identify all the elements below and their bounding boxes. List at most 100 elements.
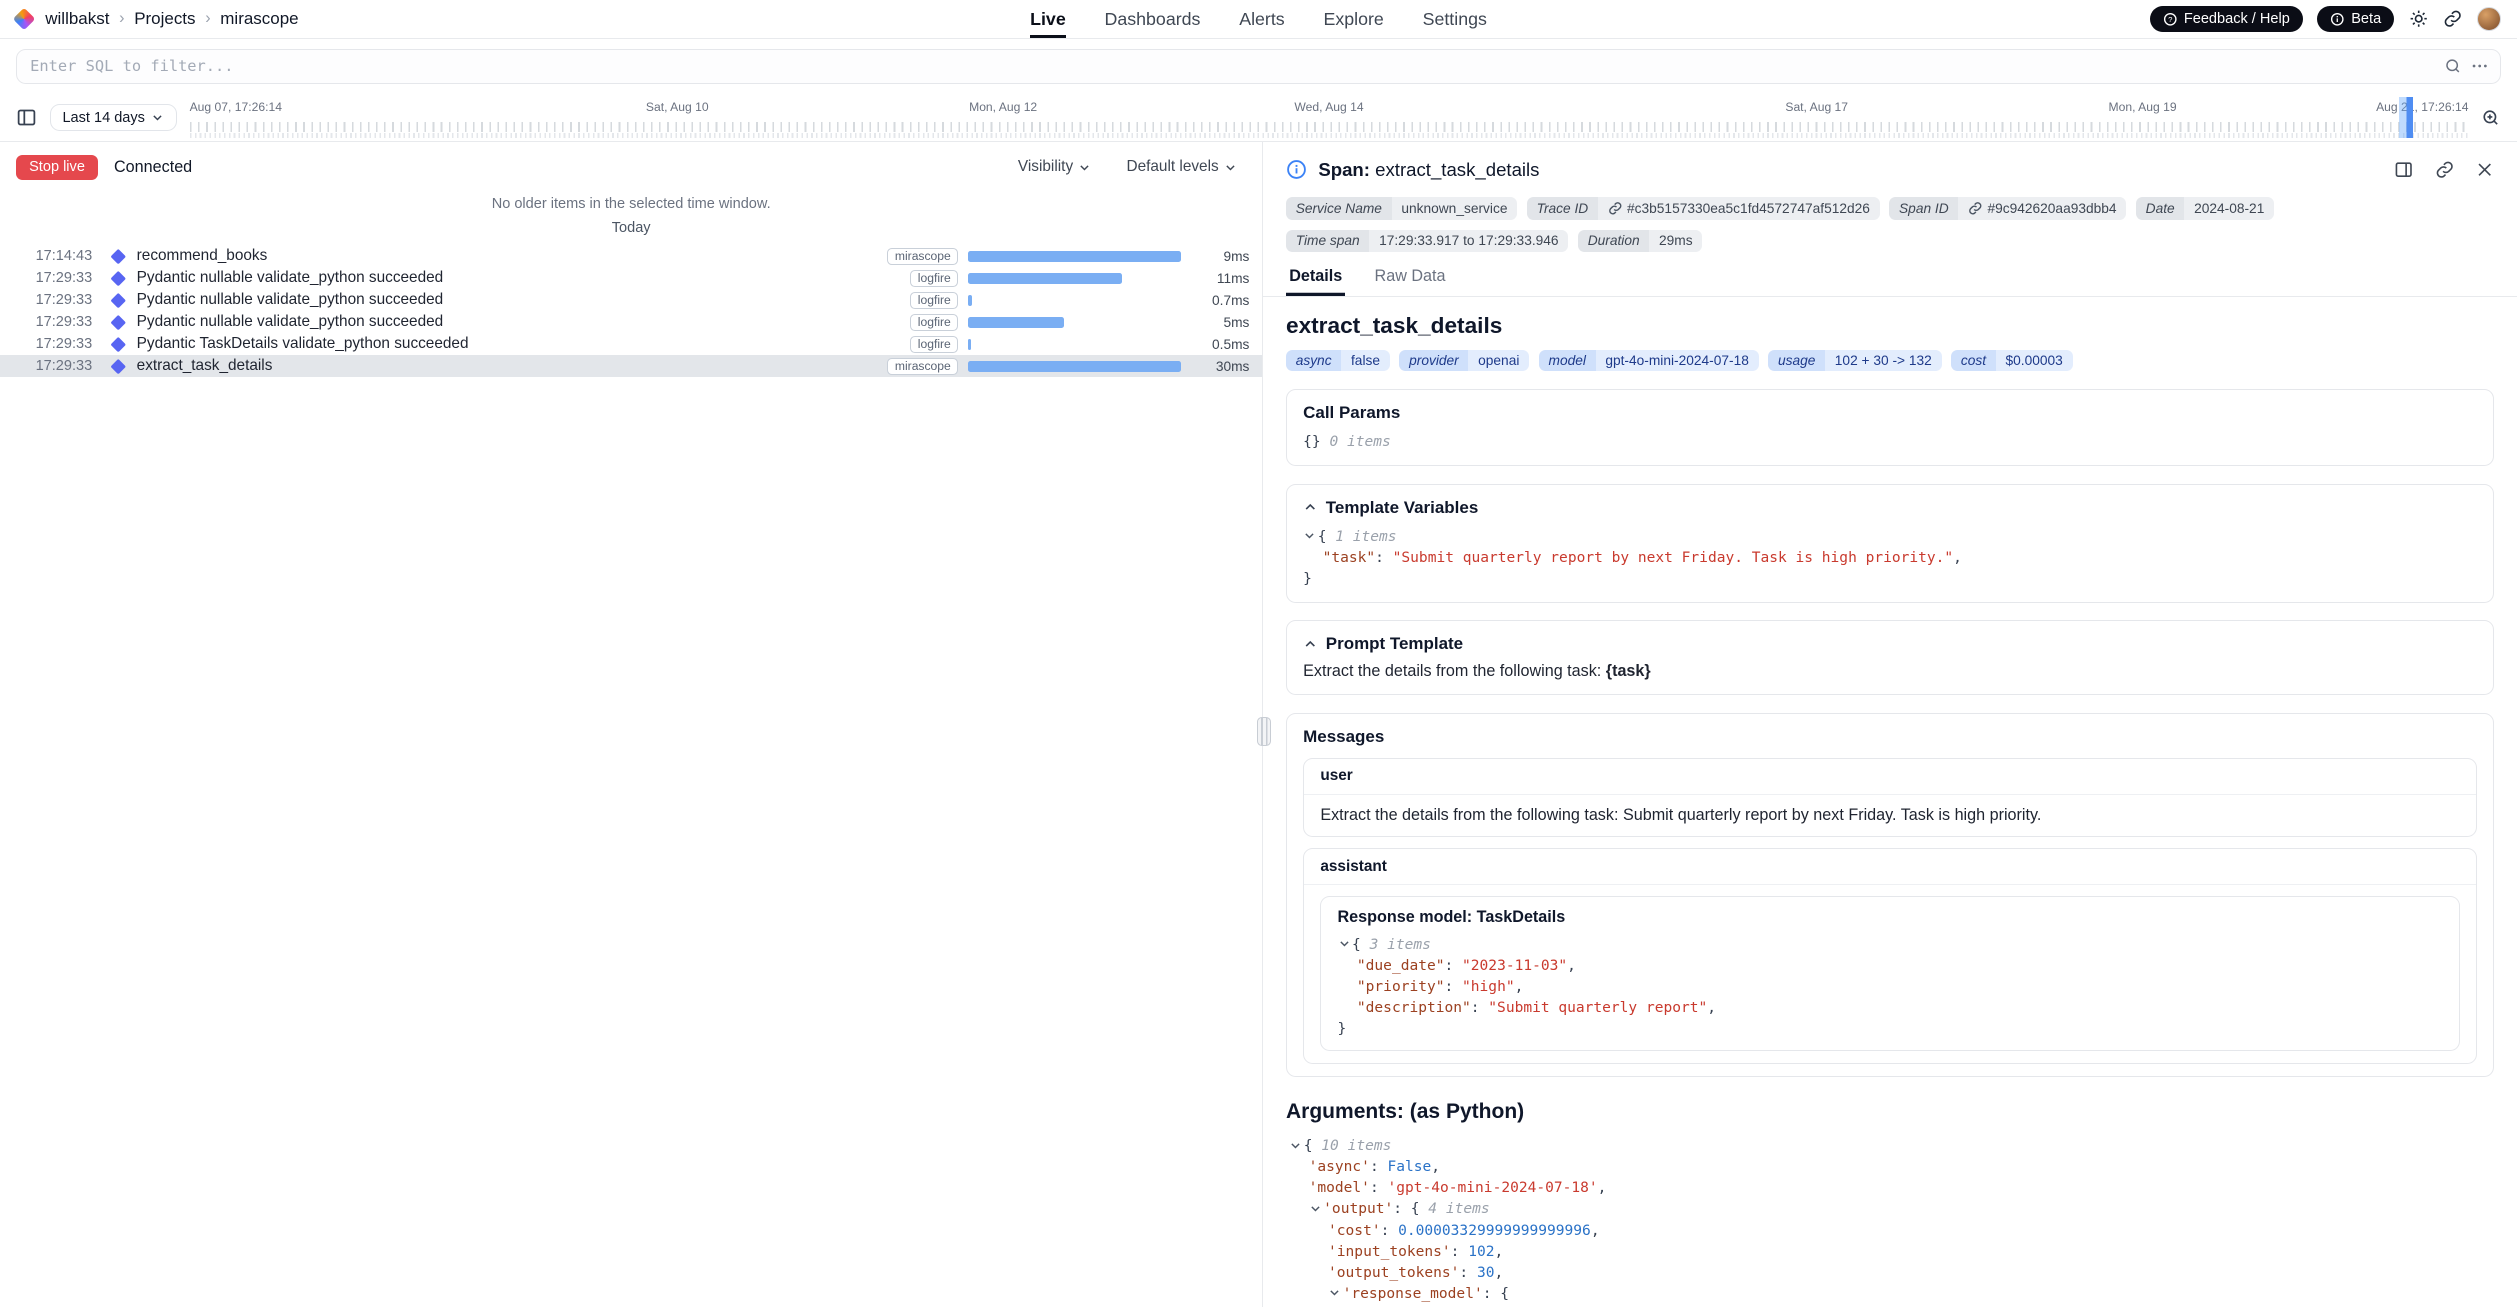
trace-row[interactable]: 17:29:33extract_task_detailsmirascope30m… [0,355,1262,377]
link-icon [1968,201,1983,216]
zoom-in-icon[interactable] [2481,108,2500,127]
user-message-card: user Extract the details from the follow… [1303,758,2477,837]
stop-live-button[interactable]: Stop live [16,155,98,179]
user-message-content: Extract the details from the following t… [1304,795,2476,837]
prompt-template-text: Extract the details from the following t… [1303,662,2477,681]
default-levels-dropdown[interactable]: Default levels [1117,157,1246,178]
span-title-value: extract_task_details [1375,159,1539,180]
panel-resize-handle[interactable] [1257,717,1272,746]
row-name: Pydantic nullable validate_python succee… [137,291,901,309]
link-icon [1608,201,1623,216]
arguments-title: Arguments: (as Python) [1286,1100,2494,1124]
live-controls: Stop live Connected Visibility Default l… [0,142,1262,187]
attr-chip-async: asyncfalse [1286,350,1390,371]
timeline-tick-label: Aug 21, 17:26:14 [2376,100,2468,114]
expand-panel-icon[interactable] [2394,160,2413,179]
visibility-dropdown[interactable]: Visibility [1008,157,1100,178]
collapse-caret-icon[interactable] [1309,1202,1322,1215]
beta-button[interactable]: Beta [2317,6,2394,32]
response-model-json: { 3 items"due_date": "2023-11-03","prior… [1338,934,2443,1039]
sidebar-toggle-icon[interactable] [16,107,37,128]
response-model-title: Response model: TaskDetails [1338,908,2443,927]
meta-chip-trace-id: Trace ID#c3b5157330ea5c1fd4572747af512d2… [1527,197,1880,220]
chevron-up-icon [1303,500,1318,515]
question-circle-icon: ? [2163,12,2178,27]
row-name: Pydantic nullable validate_python succee… [137,269,901,287]
prompt-template-body: Extract the details from the following t… [1303,662,1606,680]
assistant-message-content: Response model: TaskDetails { 3 items"du… [1304,885,2476,1063]
collapse-caret-icon[interactable] [1289,1139,1302,1152]
duration-bar [968,339,1182,350]
timeline-tick-label: Aug 07, 17:26:14 [190,100,282,114]
tab-raw-data[interactable]: Raw Data [1371,259,1448,296]
sql-filter-input[interactable] [16,49,2501,85]
collapse-caret-icon[interactable] [1338,937,1351,950]
close-icon[interactable] [2475,160,2494,179]
search-icon[interactable] [2444,57,2462,75]
row-time: 17:29:33 [36,358,101,374]
timeline-tick-label: Mon, Aug 19 [2109,100,2177,114]
time-range-dropdown[interactable]: Last 14 days [50,104,177,131]
timeline-tick-label: Wed, Aug 14 [1294,100,1363,114]
span-attr-chips: asyncfalse provideropenai modelgpt-4o-mini… [1286,350,2494,371]
prompt-template-title: Prompt Template [1326,634,1463,654]
live-trace-panel: Stop live Connected Visibility Default l… [0,142,1263,1307]
nav-alerts[interactable]: Alerts [1239,0,1284,38]
app-root: willbakst › Projects › mirascope Live Das… [0,0,2517,1307]
row-name: recommend_books [137,247,878,265]
attr-chip-provider: provideropenai [1399,350,1529,371]
day-label: Today [0,215,1262,246]
span-detail-panel[interactable]: Span: extract_task_details Service Nameu… [1263,142,2517,1307]
assistant-role-label: assistant [1304,849,2476,884]
main-nav: Live Dashboards Alerts Explore Settings [437,0,2081,38]
row-scope-tag: logfire [910,314,958,332]
timeline-selection[interactable] [2399,97,2414,138]
row-time: 17:29:33 [36,270,101,286]
row-duration: 30ms [1191,359,1249,374]
chevron-up-icon [1303,637,1318,652]
chevron-right-icon: › [205,9,210,28]
row-duration: 9ms [1191,249,1249,264]
chevron-down-icon [151,111,164,124]
nav-explore[interactable]: Explore [1324,0,1384,38]
arguments-python: { 10 items'async': False,'model': 'gpt-4… [1289,1135,2494,1307]
trace-row[interactable]: 17:29:33Pydantic nullable validate_pytho… [0,289,1262,311]
copy-link-icon[interactable] [2435,160,2454,179]
trace-row[interactable]: 17:14:43recommend_booksmirascope9ms [0,245,1262,267]
feedback-help-button[interactable]: ? Feedback / Help [2150,6,2303,32]
trace-row[interactable]: 17:29:33Pydantic nullable validate_pytho… [0,311,1262,333]
template-variables-header[interactable]: Template Variables [1303,498,2477,518]
timeline-axis[interactable]: Aug 07, 17:26:14Sat, Aug 10Mon, Aug 12We… [190,94,2469,142]
tab-details[interactable]: Details [1286,259,1345,296]
breadcrumb-projects[interactable]: Projects [134,9,195,29]
main-split: Stop live Connected Visibility Default l… [0,142,2517,1307]
share-link-icon[interactable] [2443,9,2462,28]
meta-chip-service-name: Service Nameunknown_service [1286,197,1517,220]
breadcrumb-org[interactable]: willbakst [45,9,109,29]
messages-title: Messages [1303,727,2477,747]
theme-toggle-icon[interactable] [2409,9,2428,28]
nav-settings[interactable]: Settings [1423,0,1487,38]
logfire-logo-icon[interactable] [13,7,36,30]
attr-chip-usage: usage102 + 30 -> 132 [1768,350,1941,371]
call-params-card: Call Params {} 0 items [1286,389,2494,466]
template-variables-json: { 1 items"task": "Submit quarterly repor… [1303,526,2477,589]
response-model-card: Response model: TaskDetails { 3 items"du… [1320,896,2460,1051]
nav-dashboards[interactable]: Dashboards [1105,0,1201,38]
avatar[interactable] [2477,7,2501,31]
collapse-caret-icon[interactable] [1303,529,1316,542]
more-options-icon[interactable] [2470,57,2489,76]
nav-live[interactable]: Live [1030,0,1066,38]
row-time: 17:29:33 [36,314,101,330]
trace-row[interactable]: 17:29:33Pydantic TaskDetails validate_py… [0,333,1262,355]
collapse-caret-icon[interactable] [1328,1286,1341,1299]
row-scope-tag: mirascope [887,248,958,266]
attr-chip-cost: cost$0.00003 [1951,350,2072,371]
attr-chip-model: modelgpt-4o-mini-2024-07-18 [1539,350,1759,371]
prompt-template-header[interactable]: Prompt Template [1303,634,2477,654]
breadcrumb-project[interactable]: mirascope [220,9,298,29]
breadcrumb: willbakst › Projects › mirascope [45,9,298,29]
trace-row[interactable]: 17:29:33 Pydantic nullable validate_pytho… [0,267,1262,289]
prompt-template-card: Prompt Template Extract the details from… [1286,620,2494,695]
span-diamond-icon [111,249,126,264]
